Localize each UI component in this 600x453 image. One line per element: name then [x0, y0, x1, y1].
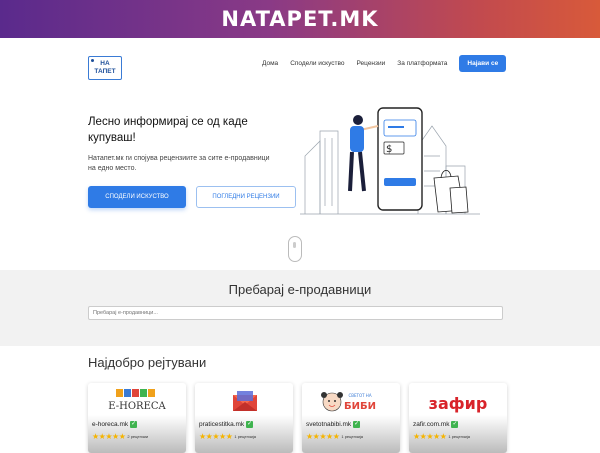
phone-button: [384, 178, 416, 186]
site-logo[interactable]: НА ТАПЕТ: [88, 56, 122, 80]
zafir-logo: зафир: [429, 394, 488, 413]
ehoreca-logo-text: E-HORECA: [108, 401, 166, 412]
person-figure: [348, 115, 379, 192]
nav-share-experience[interactable]: Сподели искуство: [290, 60, 344, 67]
store-card-ehoreca[interactable]: E-HORECA e-horeca.mk ✓ ★★★★★ 2 рецензии: [88, 383, 186, 453]
banner-title: NATAPET.MK: [221, 7, 379, 31]
hero-illustration: $: [300, 107, 480, 215]
search-title: Пребарај е-продавници: [228, 282, 372, 297]
search-input[interactable]: [88, 306, 503, 320]
envelope-icon: [233, 391, 257, 411]
scroll-indicator[interactable]: [288, 236, 302, 262]
verified-icon: ✓: [451, 421, 459, 428]
review-count: 1 рецензија: [341, 434, 364, 440]
view-reviews-button[interactable]: ПОГЛЕДНИ РЕЦЕНЗИИ: [196, 186, 296, 208]
login-button[interactable]: Најави се: [459, 55, 507, 72]
ehoreca-logo: E-HORECA: [108, 389, 167, 412]
store-name: svetotnabibi.mk ✓: [306, 421, 361, 429]
nav-about-platform[interactable]: За платформата: [397, 60, 447, 67]
review-count: 2 рецензии: [127, 434, 149, 440]
nav-reviews[interactable]: Рецензии: [357, 60, 386, 67]
store-name: e-horeca.mk ✓: [92, 421, 138, 429]
hero-title: Лесно информирај се од каде купуваш!: [88, 116, 248, 144]
page: НА ТАПЕТ Дома Сподели искуство Рецензии …: [0, 38, 600, 453]
verified-icon: ✓: [130, 421, 138, 428]
logo-dot: [91, 59, 94, 62]
bibi-logo: СВЕТОТ НА БИБИ: [321, 392, 376, 412]
store-card-svetotnabibi[interactable]: СВЕТОТ НА БИБИ svetotnabibi.mk ✓ ★★★★★ 1 р…: [302, 383, 400, 453]
top-rated-cards: E-HORECA e-horeca.mk ✓ ★★★★★ 2 рецензии pr…: [88, 383, 508, 453]
store-card-zafir[interactable]: зафир zafir.com.mk ✓ ★★★★★ 1 рецензија: [409, 383, 507, 453]
dollar-sign: $: [386, 144, 392, 155]
store-name: zafir.com.mk ✓: [413, 421, 459, 429]
verified-icon: ✓: [353, 421, 361, 428]
main-nav: Дома Сподели искуство Рецензии За платфо…: [262, 55, 507, 72]
share-experience-button[interactable]: СПОДЕЛИ ИСКУСТВО: [88, 186, 186, 208]
logo-line-2: ТАПЕТ: [94, 68, 116, 75]
hero-subtitle: Натапет.мк ги спојува рецензиите за сите…: [88, 155, 270, 172]
phone-screen-line: [388, 126, 404, 128]
star-rating: ★★★★★ 1 рецензија: [199, 432, 257, 441]
person-torso: [350, 126, 364, 152]
bibi-logo-text: БИБИ: [344, 401, 376, 412]
star-rating: ★★★★★ 1 рецензија: [413, 432, 471, 441]
verified-icon: ✓: [246, 421, 254, 428]
person-legs: [348, 151, 366, 192]
site-banner: NATAPET.MK: [0, 0, 600, 38]
star-rating: ★★★★★ 2 рецензии: [92, 432, 149, 441]
nav-home[interactable]: Дома: [262, 60, 278, 67]
person-head: [353, 115, 363, 125]
shopping-bags: [433, 169, 469, 214]
zafir-logo-text: зафир: [429, 394, 488, 413]
store-name: praticestitka.mk ✓: [199, 421, 254, 429]
review-count: 1 рецензија: [448, 434, 471, 440]
top-rated-title: Најдобро рејтувани: [88, 355, 207, 370]
review-count: 1 рецензија: [234, 434, 257, 440]
star-rating: ★★★★★ 1 рецензија: [306, 432, 364, 441]
search-section: Пребарај е-продавници: [0, 270, 600, 346]
store-card-praticestitka[interactable]: praticestitka.mk ✓ ★★★★★ 1 рецензија: [195, 383, 293, 453]
bibi-logo-subtext: СВЕТОТ НА: [348, 393, 371, 398]
